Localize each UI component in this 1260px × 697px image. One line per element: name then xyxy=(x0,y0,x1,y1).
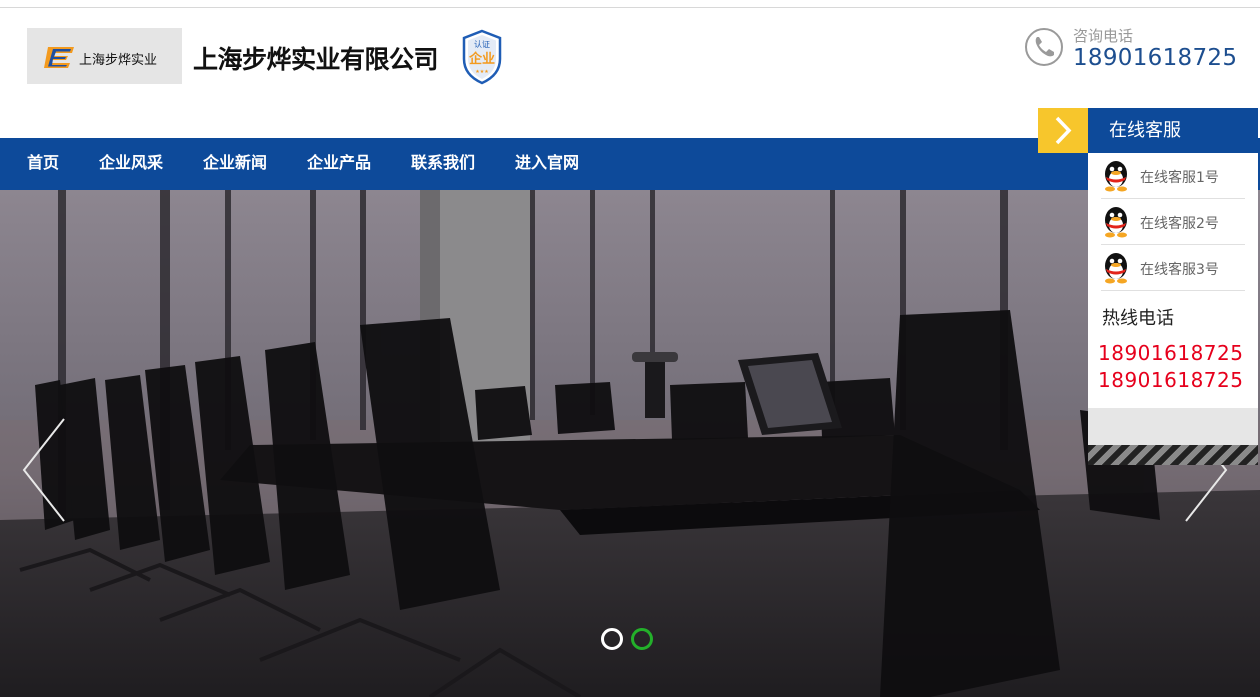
customer-service-toggle[interactable] xyxy=(1038,108,1088,153)
nav-item-news[interactable]: 企业新闻 xyxy=(203,138,267,190)
hotline-number-1[interactable]: 18901618725 xyxy=(1098,341,1243,365)
cs-agent-3[interactable]: 在线客服3号 xyxy=(1101,245,1245,291)
svg-text:★★★: ★★★ xyxy=(475,69,489,75)
consult-label: 咨询电话 xyxy=(1073,27,1134,45)
header-phone: 18901618725 xyxy=(1073,45,1238,71)
customer-service-panel: 在线客服 在线客服1号 在线客服2号 在线客服3号 热线电话 189016187… xyxy=(1038,108,1258,468)
customer-service-title: 在线客服 xyxy=(1088,108,1258,153)
logo-text: 上海步烨实业 xyxy=(79,53,158,68)
qq-penguin-icon xyxy=(1105,161,1127,192)
nav-item-home[interactable]: 首页 xyxy=(27,138,59,190)
badge-main-text: 企业 xyxy=(468,51,495,67)
cs-agent-label: 在线客服1号 xyxy=(1140,170,1219,186)
nav-item-official-site[interactable]: 进入官网 xyxy=(515,138,579,190)
cs-agent-label: 在线客服3号 xyxy=(1140,262,1219,278)
nav-item-products[interactable]: 企业产品 xyxy=(307,138,371,190)
certified-enterprise-badge-icon: 认证 企业 ★★★ xyxy=(462,29,502,85)
top-border xyxy=(0,0,1260,8)
logo-mark-icon xyxy=(44,47,74,68)
carousel-indicators xyxy=(600,628,660,652)
badge-top-text: 认证 xyxy=(474,39,490,49)
logo[interactable]: 上海步烨实业 xyxy=(27,28,182,84)
cs-agent-2[interactable]: 在线客服2号 xyxy=(1101,199,1245,245)
hotline-label: 热线电话 xyxy=(1102,308,1174,329)
phone-icon xyxy=(1025,28,1063,66)
qq-penguin-icon xyxy=(1105,253,1127,284)
cs-agent-1[interactable]: 在线客服1号 xyxy=(1101,153,1245,199)
customer-service-stripe xyxy=(1088,445,1258,465)
cs-agent-label: 在线客服2号 xyxy=(1140,216,1219,232)
customer-service-footer xyxy=(1088,408,1258,445)
hotline-number-2[interactable]: 18901618725 xyxy=(1098,368,1243,392)
nav-item-contact[interactable]: 联系我们 xyxy=(411,138,475,190)
qq-penguin-icon xyxy=(1105,207,1127,238)
carousel-dot-1[interactable] xyxy=(601,628,623,650)
carousel-dot-2[interactable] xyxy=(631,628,653,650)
chevron-left-icon[interactable] xyxy=(18,415,68,525)
chevron-right-icon xyxy=(1055,116,1072,145)
nav-item-style[interactable]: 企业风采 xyxy=(99,138,163,190)
customer-service-body: 在线客服1号 在线客服2号 在线客服3号 热线电话 18901618725 18… xyxy=(1088,153,1258,445)
company-name: 上海步烨实业有限公司 xyxy=(193,45,439,74)
page: 上海步烨实业 上海步烨实业有限公司 认证 企业 ★★★ 咨询电话 1890161… xyxy=(0,0,1260,697)
